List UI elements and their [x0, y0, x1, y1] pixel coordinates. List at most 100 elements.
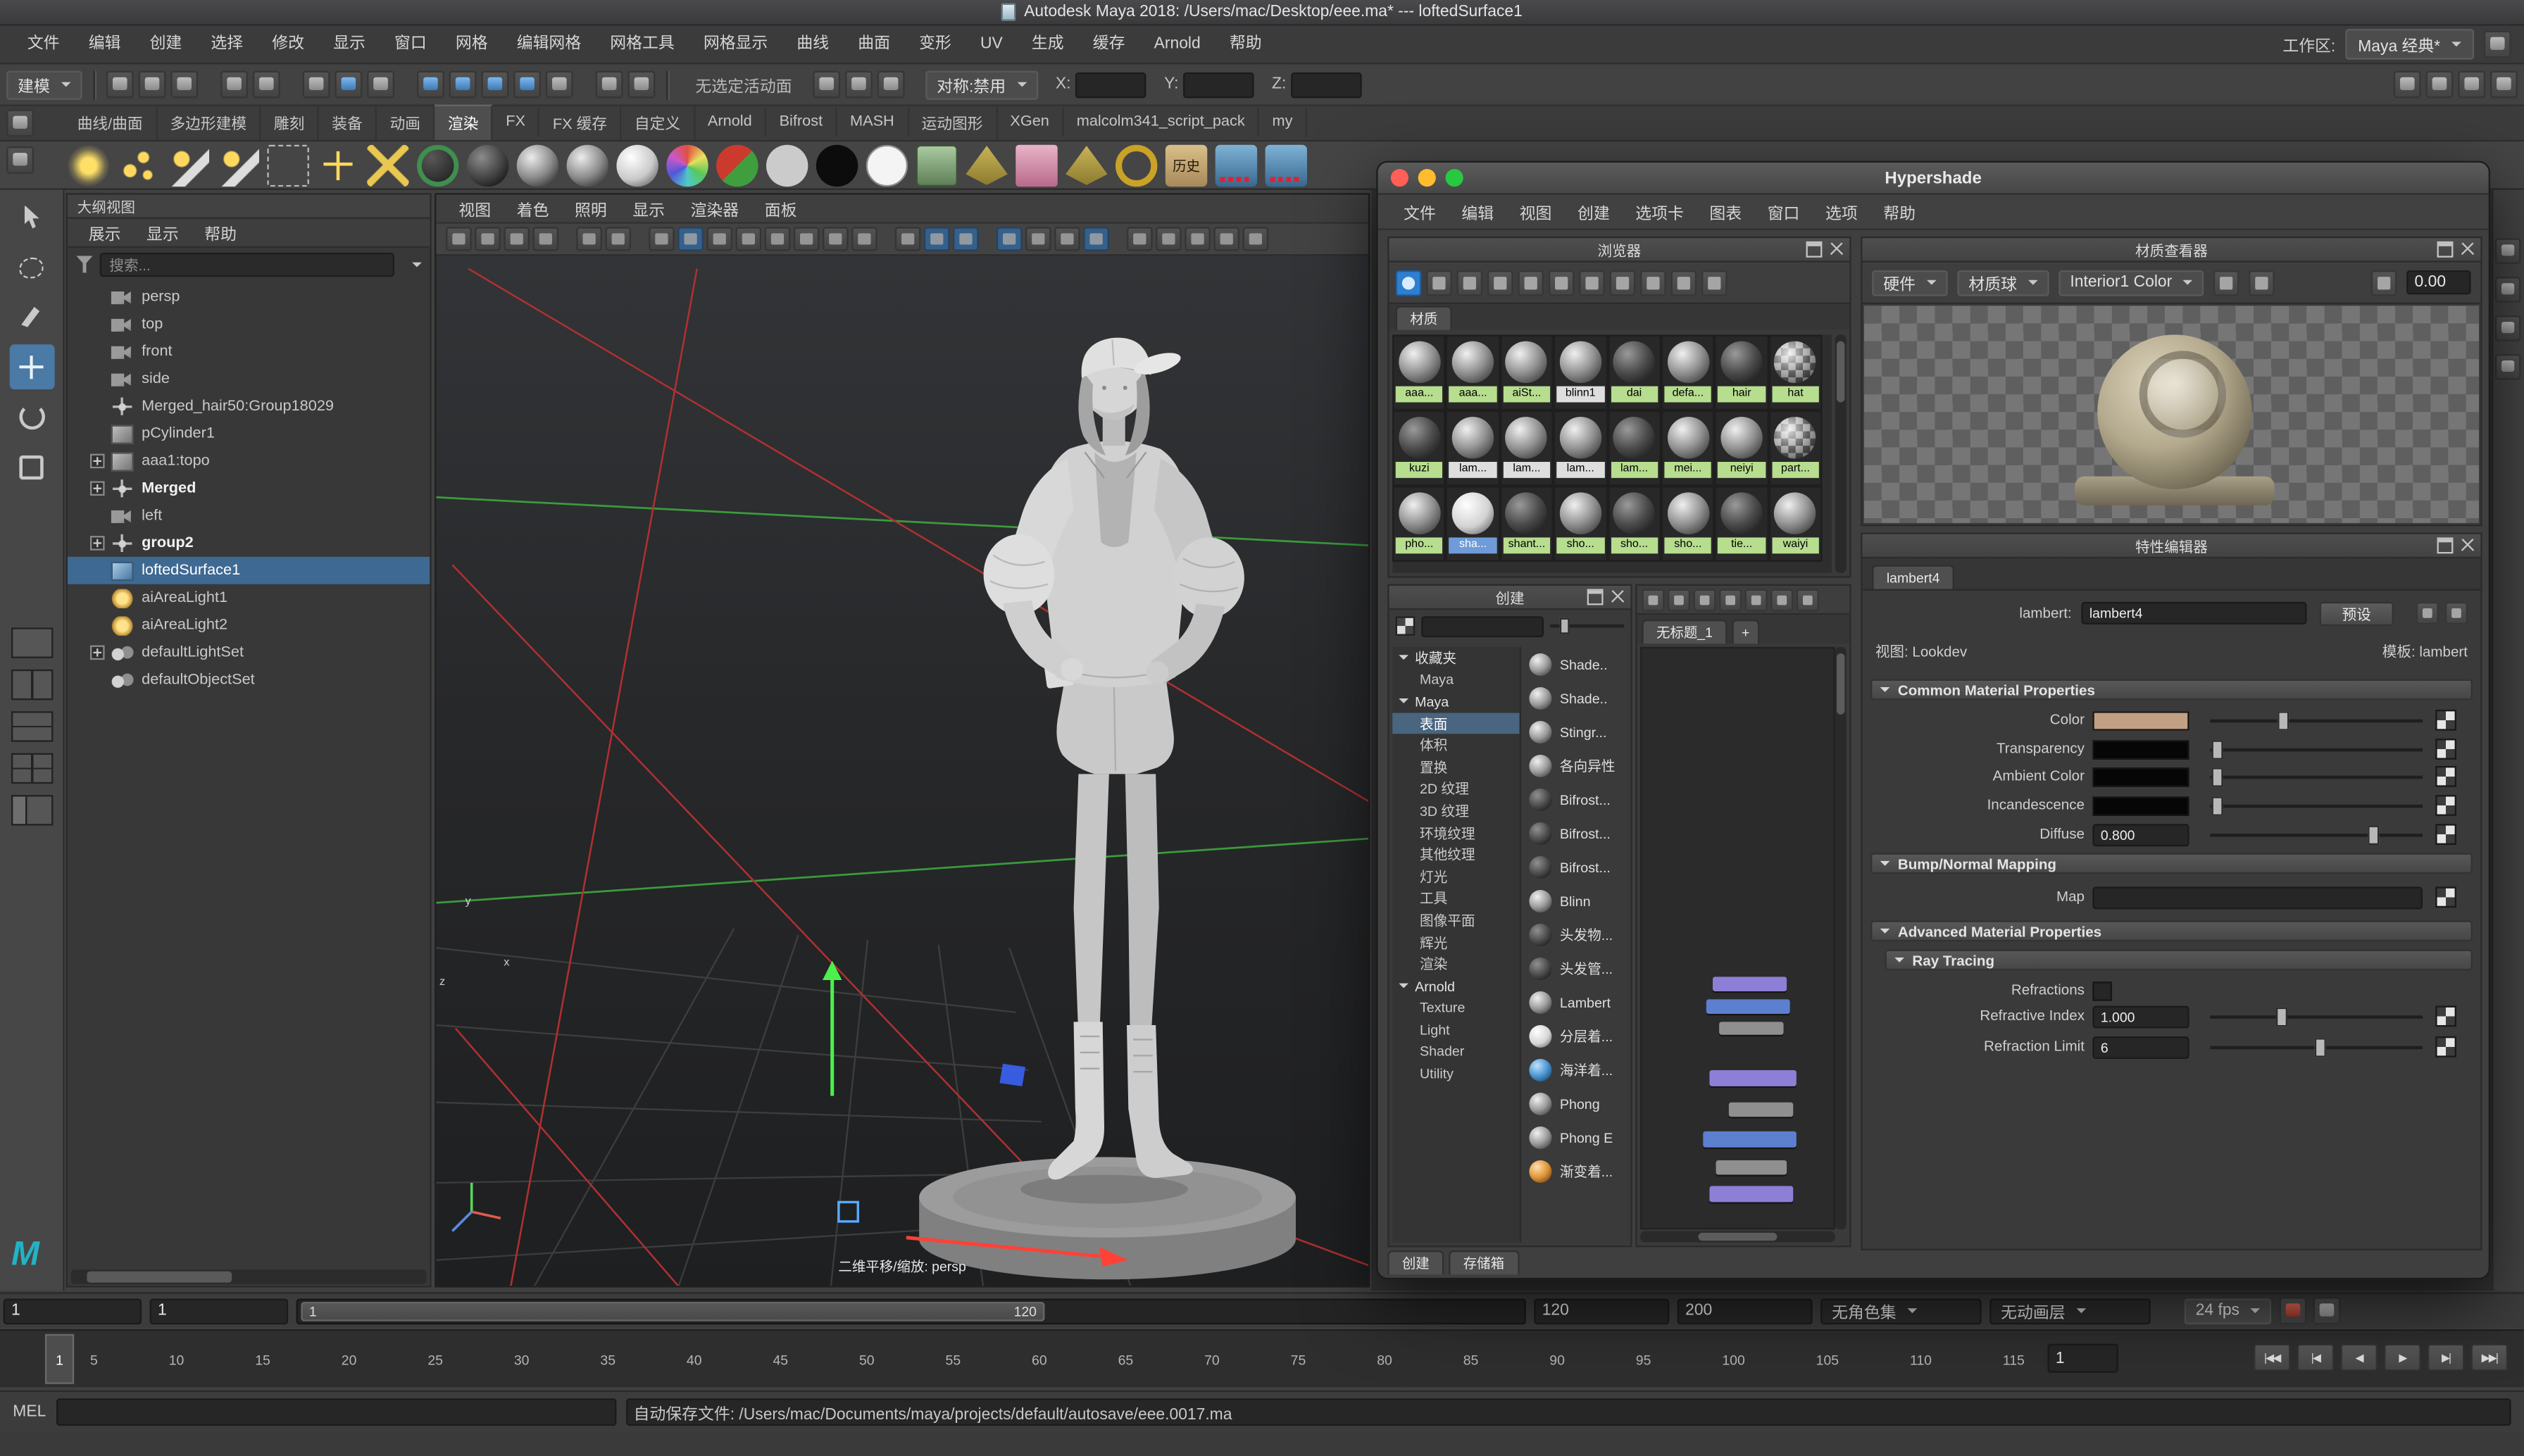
- textured-icon[interactable]: [953, 227, 979, 251]
- menu-item[interactable]: 窗口: [380, 25, 441, 63]
- ambient-color-slider[interactable]: [2210, 766, 2423, 789]
- refraction-limit-slider[interactable]: [2210, 1036, 2423, 1059]
- rainbow-ball-icon[interactable]: [666, 144, 708, 186]
- viewer-pause-icon[interactable]: [2249, 270, 2275, 296]
- menu-item[interactable]: Arnold: [1139, 25, 1215, 63]
- range-slider-handle[interactable]: 1 120: [301, 1301, 1044, 1320]
- y-input[interactable]: [1183, 72, 1254, 98]
- viewport-menu-item[interactable]: 着色: [504, 196, 561, 220]
- modeling-toolkit-tab-icon[interactable]: [2495, 277, 2521, 303]
- gate-mask-icon[interactable]: [765, 227, 791, 251]
- clear-graph-icon[interactable]: [1719, 588, 1742, 610]
- safe-title-icon[interactable]: [851, 227, 877, 251]
- mel-label[interactable]: MEL: [13, 1403, 46, 1421]
- isolate-select-icon[interactable]: [1185, 227, 1211, 251]
- close-window-icon[interactable]: [1391, 169, 1408, 187]
- shelf-tab[interactable]: 曲线/曲面: [64, 106, 157, 139]
- circle-black-icon[interactable]: [816, 144, 858, 186]
- bins-tab[interactable]: 创建: [1387, 1250, 1444, 1274]
- remove-node-icon[interactable]: [1770, 588, 1793, 610]
- file-open-icon[interactable]: [139, 71, 166, 99]
- add-node-icon[interactable]: [1745, 588, 1768, 610]
- select-camera-icon[interactable]: [446, 227, 472, 251]
- make-live-icon[interactable]: [546, 71, 573, 99]
- hypershade-menu-item[interactable]: 视图: [1506, 199, 1564, 223]
- playback-start-field[interactable]: 1: [150, 1298, 289, 1324]
- scale-tool[interactable]: [9, 444, 54, 489]
- menu-item[interactable]: 修改: [258, 25, 319, 63]
- color-swatch[interactable]: [2092, 711, 2189, 730]
- shelf-tab-gear-icon[interactable]: [6, 109, 34, 137]
- 2d-pan-zoom-icon[interactable]: [605, 227, 631, 251]
- create-node-item[interactable]: 渐变着...: [1525, 1154, 1628, 1188]
- viewport-menu-item[interactable]: 显示: [620, 196, 677, 220]
- create-node-item[interactable]: 分层着...: [1525, 1019, 1628, 1053]
- diffuse-slider[interactable]: [2210, 824, 2423, 846]
- cone-icon[interactable]: [966, 144, 1007, 186]
- chevron-down-icon[interactable]: [412, 261, 422, 271]
- material-swatch[interactable]: lam...: [1446, 410, 1499, 486]
- minimize-window-icon[interactable]: [1418, 169, 1436, 187]
- graph-node[interactable]: [1716, 1160, 1787, 1175]
- material-swatch[interactable]: pho...: [1392, 486, 1446, 561]
- construction-history-icon[interactable]: [596, 71, 623, 99]
- incandescence-slider[interactable]: [2210, 795, 2423, 817]
- material-swatch[interactable]: defa...: [1661, 334, 1715, 410]
- menu-item[interactable]: 网格显示: [689, 25, 782, 63]
- expand-toggle-icon[interactable]: [90, 646, 105, 660]
- filter-icon[interactable]: [75, 255, 93, 272]
- section-advanced-material[interactable]: Advanced Material Properties: [1870, 920, 2473, 941]
- graph-node[interactable]: [1703, 1131, 1797, 1148]
- zoom-window-icon[interactable]: [1446, 169, 1463, 187]
- select-component-icon[interactable]: [367, 71, 394, 99]
- viewport-menu-item[interactable]: 视图: [446, 196, 504, 220]
- material-swatch[interactable]: part...: [1768, 410, 1822, 486]
- menu-item[interactable]: 网格工具: [596, 25, 689, 63]
- z-input[interactable]: [1291, 72, 1362, 98]
- two-pane-stacked-layout-button[interactable]: [11, 711, 52, 741]
- medium-swatch-icon[interactable]: [1518, 270, 1544, 296]
- safe-action-icon[interactable]: [823, 227, 849, 251]
- work-area-hscrollbar[interactable]: [1640, 1231, 1835, 1243]
- hypershade-window[interactable]: Hypershade 文件编辑视图创建选项卡图表窗口选项帮助 浏览器 材质 aa…: [1376, 161, 2490, 1280]
- auto-keyframe-icon[interactable]: [2280, 1297, 2307, 1324]
- shelf-tab[interactable]: malcolm341_script_pack: [1063, 108, 1259, 137]
- shader-ball-gray2-icon[interactable]: [567, 144, 608, 186]
- graph-output-icon[interactable]: [1668, 588, 1690, 610]
- panel-float-icon[interactable]: [2437, 241, 2454, 258]
- material-swatch[interactable]: dai: [1607, 334, 1661, 410]
- list-view-icon[interactable]: [1457, 270, 1483, 296]
- transparency-map-button[interactable]: [2435, 739, 2456, 760]
- snap-curve-icon[interactable]: [449, 71, 477, 99]
- star-select-icon[interactable]: [168, 144, 209, 186]
- material-preview-canvas[interactable]: [1864, 306, 2479, 523]
- history-shelf-icon[interactable]: 历史: [1166, 144, 1207, 186]
- tool-settings-tab-icon[interactable]: [2495, 354, 2521, 380]
- menu-item[interactable]: 生成: [1017, 25, 1078, 63]
- shelf-tab[interactable]: 渲染: [435, 105, 493, 140]
- hypershade-menu-item[interactable]: 图表: [1697, 199, 1754, 223]
- transparency-swatch[interactable]: [2092, 740, 2189, 759]
- ring-sphere-icon[interactable]: [417, 144, 458, 186]
- viewer-environment-selector[interactable]: Interior1 Color: [2058, 270, 2204, 296]
- crosshair-icon[interactable]: [317, 144, 358, 186]
- time-slider[interactable]: 1 51015202530354045505560657075808590951…: [0, 1329, 2524, 1387]
- paint-select-tool[interactable]: [9, 294, 54, 339]
- material-swatch[interactable]: waiyi: [1768, 486, 1822, 561]
- shaded-icon[interactable]: [924, 227, 950, 251]
- shadows-icon[interactable]: [1025, 227, 1051, 251]
- menu-item[interactable]: 帮助: [1215, 25, 1276, 63]
- tool-settings-toggle-icon[interactable]: [2426, 71, 2454, 99]
- go-to-end-button[interactable]: ▶▶|: [2471, 1344, 2509, 1372]
- plane-icon[interactable]: [916, 144, 958, 186]
- sort-name-icon[interactable]: [1610, 270, 1636, 296]
- channel-box-tab-icon[interactable]: [2495, 238, 2521, 264]
- joints-xray-icon[interactable]: [1156, 227, 1182, 251]
- node-name-field[interactable]: lambert4: [2081, 602, 2306, 625]
- section-ray-tracing[interactable]: Ray Tracing: [1885, 950, 2473, 971]
- outliner-menu-item[interactable]: 展示: [77, 220, 132, 244]
- create-category[interactable]: 图像平面: [1392, 910, 1520, 931]
- menu-item[interactable]: 编辑网格: [502, 25, 596, 63]
- large-swatch-icon[interactable]: [1549, 270, 1575, 296]
- copy-tab-icon[interactable]: [2416, 602, 2439, 625]
